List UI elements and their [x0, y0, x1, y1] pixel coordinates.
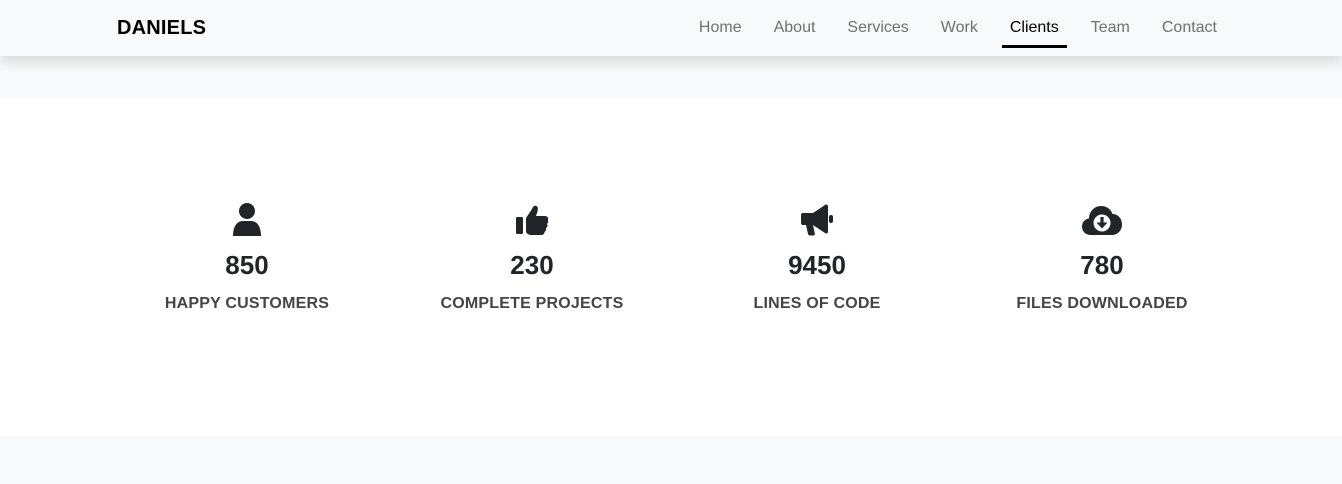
nav-link-services[interactable]: Services [839, 0, 916, 48]
user-icon [127, 198, 367, 236]
stat-files-downloaded: 780 FILES DOWNLOADED [982, 198, 1222, 314]
stat-value: 230 [510, 250, 554, 280]
nav-links: Home About Services Work Clients Team Co… [675, 0, 1225, 56]
nav-link-about[interactable]: About [766, 0, 824, 48]
stat-complete-projects: 230 COMPLETE PROJECTS [412, 198, 652, 314]
brand-logo[interactable]: DANIELS [117, 17, 206, 40]
stat-label: FILES DOWNLOADED [1016, 295, 1188, 312]
nav-link-team[interactable]: Team [1083, 0, 1138, 48]
bullhorn-icon [697, 198, 937, 236]
navbar: DANIELS Home About Services Work Clients… [0, 0, 1342, 56]
stat-value: 9450 [788, 250, 846, 280]
nav-link-contact[interactable]: Contact [1154, 0, 1225, 48]
nav-link-home[interactable]: Home [691, 0, 750, 48]
stat-happy-customers: 850 HAPPY CUSTOMERS [127, 198, 367, 314]
stat-value: 850 [225, 250, 269, 280]
stat-lines-of-code: 9450 LINES OF CODE [697, 198, 937, 314]
stat-label: COMPLETE PROJECTS [440, 295, 624, 312]
stat-value: 780 [1080, 250, 1124, 280]
nav-link-clients[interactable]: Clients [1001, 0, 1067, 48]
stat-label: HAPPY CUSTOMERS [164, 295, 330, 312]
thumbs-up-icon [412, 198, 652, 236]
nav-link-work[interactable]: Work [933, 0, 986, 48]
stat-label: LINES OF CODE [753, 295, 881, 312]
cloud-download-icon [982, 198, 1222, 236]
stats-section: 850 HAPPY CUSTOMERS 230 COMPLETE PROJECT… [0, 98, 1342, 436]
